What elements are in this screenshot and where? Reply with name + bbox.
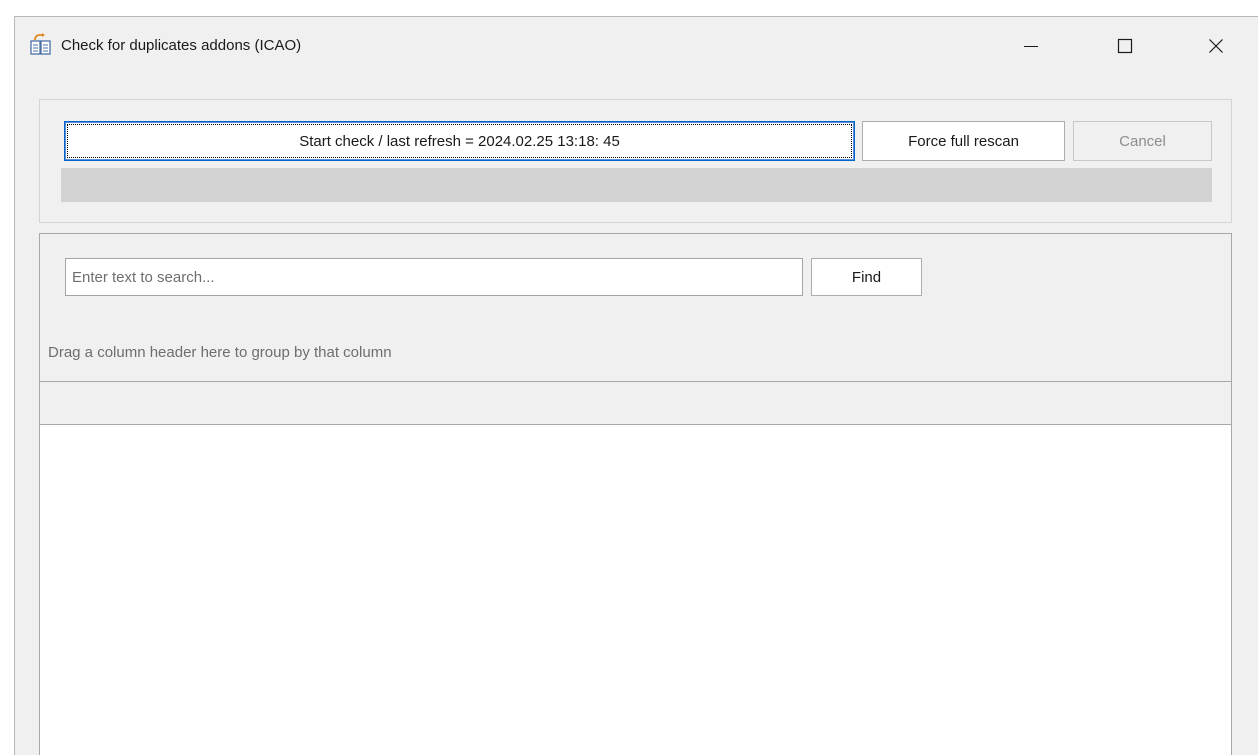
grid-rows-area[interactable] [40,425,1231,755]
maximize-icon [1117,38,1133,54]
results-grid: Find Drag a column header here to group … [39,233,1232,755]
maximize-button[interactable] [1102,27,1148,65]
force-full-rescan-button[interactable]: Force full rescan [862,121,1065,161]
find-panel: Find [40,234,1231,321]
window-title: Check for duplicates addons (ICAO) [61,37,302,54]
duplicate-files-icon [29,33,53,57]
find-button[interactable]: Find [811,258,922,296]
cancel-button[interactable]: Cancel [1073,121,1212,161]
dialog-window: Check for duplicates addons (ICAO) Start… [14,16,1258,755]
start-check-button[interactable]: Start check / last refresh = 2024.02.25 … [64,121,855,161]
minimize-button[interactable] [1008,27,1054,65]
close-icon [1208,38,1224,54]
minimize-icon [1023,38,1039,54]
column-header-row[interactable] [40,382,1231,425]
group-by-panel[interactable]: Drag a column header here to group by th… [40,320,1231,382]
search-input[interactable] [65,258,803,296]
group-by-hint: Drag a column header here to group by th… [48,344,392,361]
close-button[interactable] [1193,27,1239,65]
title-bar[interactable]: Check for duplicates addons (ICAO) [15,17,1258,75]
scan-controls-panel: Start check / last refresh = 2024.02.25 … [39,99,1232,223]
scan-progress-bar [61,168,1212,202]
